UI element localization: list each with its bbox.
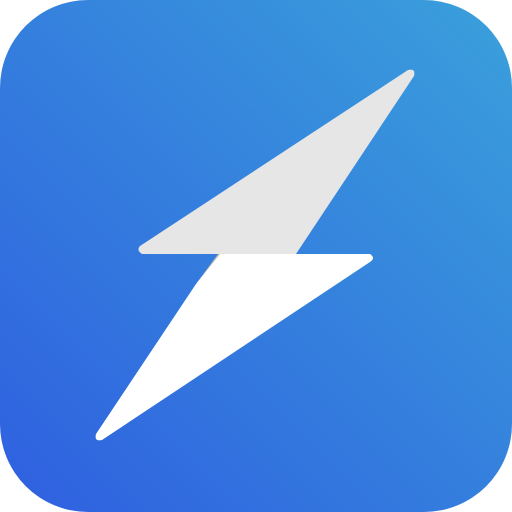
- app-icon: [0, 0, 512, 512]
- app-icon-canvas: [0, 0, 512, 512]
